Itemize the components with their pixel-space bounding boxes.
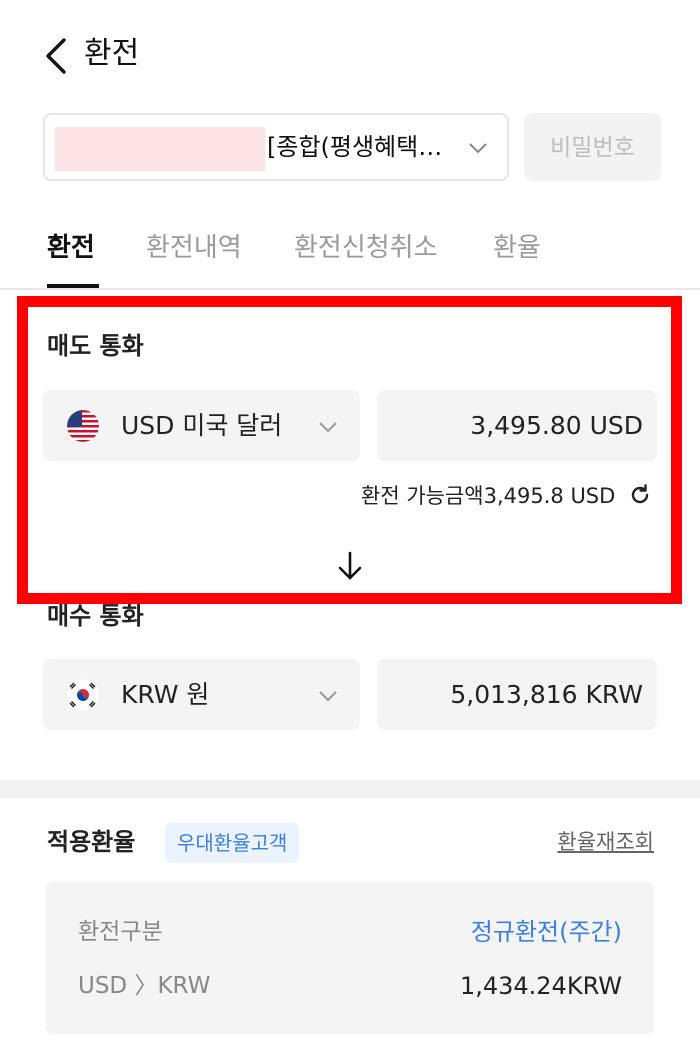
header: 환전 — [0, 0, 700, 110]
tab-exchange[interactable]: 환전 — [47, 230, 95, 266]
buy-currency-label: 매수 통화 — [47, 602, 144, 630]
password-button[interactable]: 비밀번호 — [524, 113, 661, 181]
exchange-type-label: 환전구분 — [78, 919, 163, 945]
tab-bar: 환전 환전내역 환전신청취소 환율 — [0, 218, 700, 290]
chevron-down-icon — [469, 143, 487, 154]
exchange-rate-value: 1,434.24KRW — [459, 972, 622, 1000]
buy-currency-select[interactable]: KRW 원 — [43, 659, 360, 730]
page-title: 환전 — [84, 36, 140, 71]
account-number-redacted — [55, 127, 265, 171]
rate-info-box: 환전구분 정규환전(주간) USD 〉KRW 1,434.24KRW — [46, 882, 654, 1034]
exchange-type-value: 정규환전(주간) — [470, 918, 622, 946]
section-divider — [0, 780, 700, 798]
account-name: [종합(평생혜택… — [267, 133, 443, 161]
buy-currency-name: KRW 원 — [121, 680, 210, 709]
kr-flag-icon — [67, 679, 99, 711]
vip-rate-badge: 우대환율고객 — [165, 823, 300, 863]
back-icon[interactable] — [40, 36, 72, 76]
currency-pair-label: USD 〉KRW — [78, 973, 211, 999]
highlight-box — [17, 296, 682, 604]
buy-amount-input[interactable]: 5,013,816 KRW — [377, 659, 657, 730]
active-tab-indicator — [47, 284, 99, 288]
tab-exchange-history[interactable]: 환전내역 — [146, 230, 242, 266]
chevron-down-icon — [319, 691, 337, 702]
account-select[interactable]: [종합(평생혜택… — [43, 113, 509, 181]
refresh-rate-link[interactable]: 환율재조회 — [557, 826, 654, 858]
applied-rate-title: 적용환율 — [47, 828, 136, 856]
tab-exchange-rate[interactable]: 환율 — [493, 230, 541, 266]
tab-exchange-cancel[interactable]: 환전신청취소 — [294, 230, 438, 266]
